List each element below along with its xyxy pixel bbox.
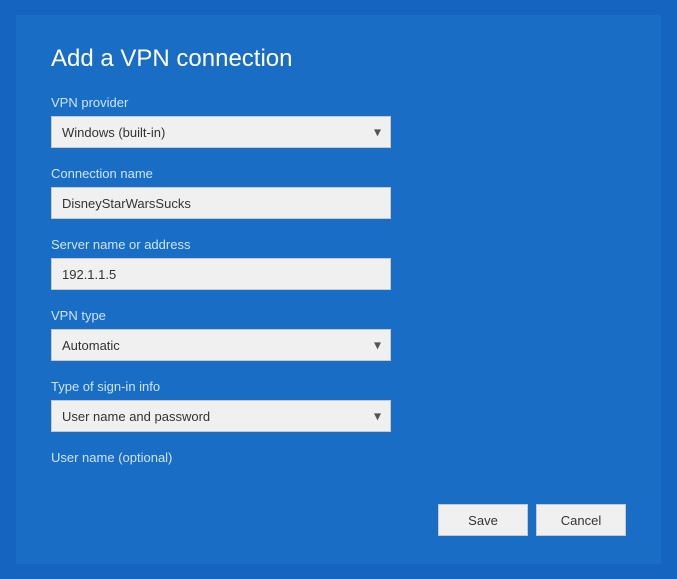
vpn-type-group: VPN type Automatic [51, 308, 626, 361]
vpn-provider-group: VPN provider Windows (built-in) [51, 95, 626, 148]
vpn-provider-select[interactable]: Windows (built-in) [51, 116, 391, 148]
username-label: User name (optional) [51, 450, 626, 465]
sign-in-type-select-wrapper[interactable]: User name and password [51, 400, 391, 432]
server-name-group: Server name or address [51, 237, 626, 290]
sign-in-type-group: Type of sign-in info User name and passw… [51, 379, 626, 432]
vpn-provider-select-wrapper[interactable]: Windows (built-in) [51, 116, 391, 148]
vpn-type-label: VPN type [51, 308, 626, 323]
connection-name-group: Connection name [51, 166, 626, 219]
connection-name-input[interactable] [51, 187, 391, 219]
vpn-type-select[interactable]: Automatic [51, 329, 391, 361]
server-name-input[interactable] [51, 258, 391, 290]
connection-name-label: Connection name [51, 166, 626, 181]
username-group: User name (optional) [51, 450, 626, 465]
server-name-label: Server name or address [51, 237, 626, 252]
cancel-button[interactable]: Cancel [536, 504, 626, 536]
sign-in-type-select[interactable]: User name and password [51, 400, 391, 432]
dialog-title: Add a VPN connection [51, 45, 626, 73]
vpn-provider-label: VPN provider [51, 95, 626, 110]
save-button[interactable]: Save [438, 504, 528, 536]
vpn-dialog: Add a VPN connection VPN provider Window… [16, 15, 661, 564]
footer-buttons: Save Cancel [438, 504, 626, 536]
sign-in-type-label: Type of sign-in info [51, 379, 626, 394]
vpn-type-select-wrapper[interactable]: Automatic [51, 329, 391, 361]
